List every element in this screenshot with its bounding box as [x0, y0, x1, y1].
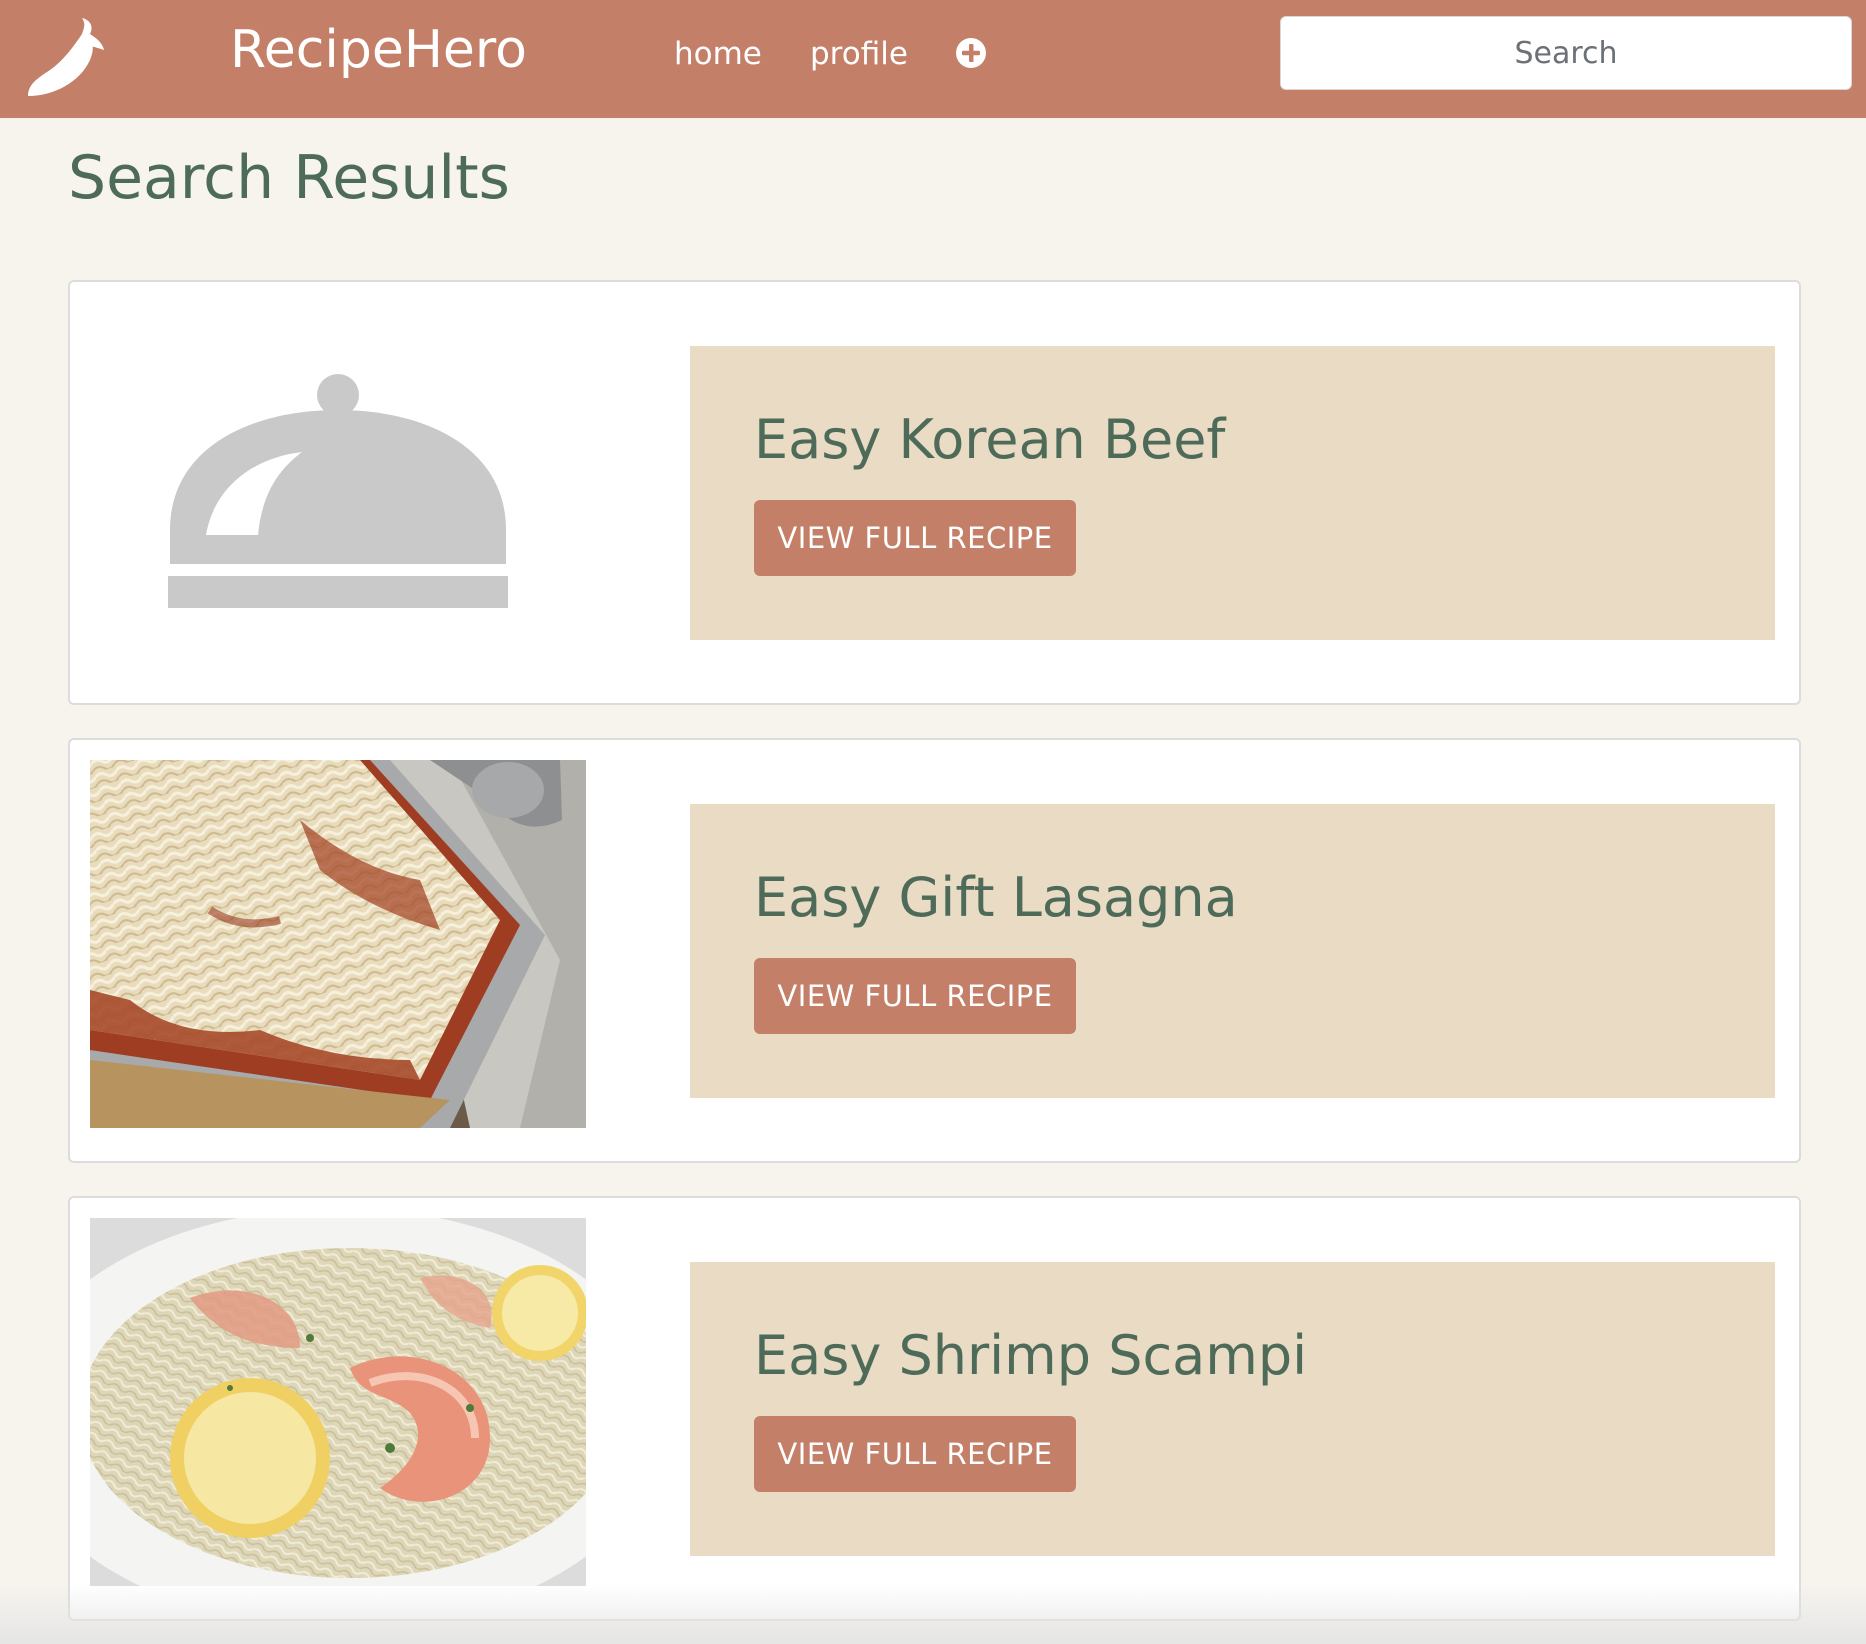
recipe-info-panel: Easy Gift Lasagna VIEW FULL RECIPE — [690, 804, 1775, 1098]
chili-pepper-icon[interactable] — [24, 16, 108, 100]
recipe-title: Easy Korean Beef — [754, 408, 1226, 471]
page-title: Search Results — [68, 143, 510, 213]
recipe-card: Easy Gift Lasagna VIEW FULL RECIPE — [68, 738, 1801, 1163]
plus-circle-icon[interactable] — [955, 37, 987, 69]
recipe-title: Easy Gift Lasagna — [754, 866, 1238, 929]
recipe-image-placeholder — [90, 302, 586, 670]
view-full-recipe-button[interactable]: VIEW FULL RECIPE — [754, 500, 1076, 576]
recipe-info-panel: Easy Korean Beef VIEW FULL RECIPE — [690, 346, 1775, 640]
nav-link-home[interactable]: home — [674, 34, 762, 74]
search-input[interactable] — [1280, 16, 1852, 90]
recipe-info-panel: Easy Shrimp Scampi VIEW FULL RECIPE — [690, 1262, 1775, 1556]
shrimp-scampi-photo[interactable] — [90, 1218, 586, 1586]
recipe-card: Easy Korean Beef VIEW FULL RECIPE — [68, 280, 1801, 705]
top-navbar: RecipeHero home profile — [0, 0, 1866, 118]
brand-name[interactable]: RecipeHero — [230, 20, 527, 80]
view-full-recipe-button[interactable]: VIEW FULL RECIPE — [754, 958, 1076, 1034]
lasagna-photo[interactable] — [90, 760, 586, 1128]
recipe-title: Easy Shrimp Scampi — [754, 1324, 1308, 1387]
view-full-recipe-button[interactable]: VIEW FULL RECIPE — [754, 1416, 1076, 1492]
recipe-card: Easy Shrimp Scampi VIEW FULL RECIPE — [68, 1196, 1801, 1621]
nav-link-profile[interactable]: profile — [810, 34, 908, 74]
placeholder-cloche-icon — [168, 374, 508, 608]
